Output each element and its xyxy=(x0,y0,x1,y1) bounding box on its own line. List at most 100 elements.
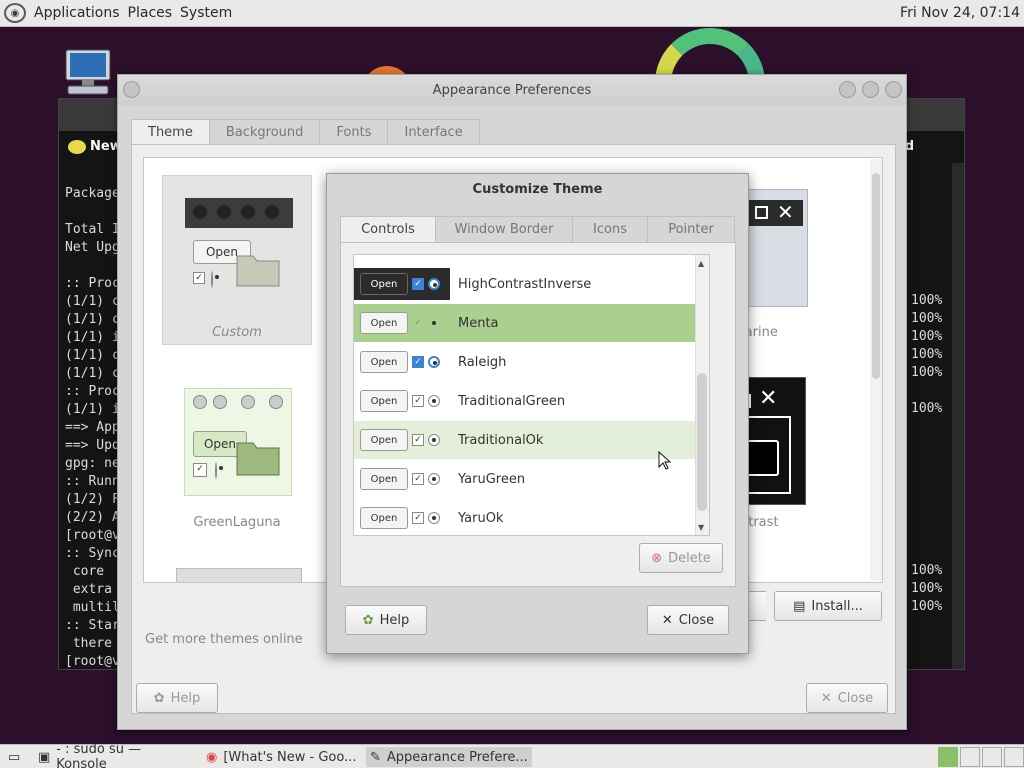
theme-tile-greenlaguna[interactable]: Open ✓ xyxy=(184,388,292,496)
tab-window-border[interactable]: Window Border xyxy=(435,216,573,242)
dialog-close-button[interactable]: ✕ Close xyxy=(647,605,729,635)
help-button[interactable]: ✿ Help xyxy=(136,683,218,713)
controls-theme-list[interactable]: Open ✓ HighContrastInverse Open ✓ Menta Open ✓ R… xyxy=(353,254,710,536)
theme-row[interactable]: Open ✓ HighContrastInverse xyxy=(354,265,709,303)
terminal-line: extra xyxy=(65,582,112,597)
scroll-down-icon[interactable]: ▼ xyxy=(698,523,704,532)
theme-preview: Open ✓ xyxy=(354,424,450,456)
custom-titlebar-preview xyxy=(185,198,293,228)
customize-theme-dialog[interactable]: Customize Theme Controls Window Border I… xyxy=(326,173,749,654)
task-browser-label: [What's New - Goo... xyxy=(223,749,357,765)
tab-pointer[interactable]: Pointer xyxy=(647,216,735,242)
preview-checkbox: ✓ xyxy=(412,356,424,368)
list-scroll-thumb[interactable] xyxy=(697,373,707,511)
terminal-line: (1/1) i xyxy=(65,402,120,417)
radio-preview xyxy=(215,462,217,479)
task-appearance[interactable]: ✎ Appearance Prefere... xyxy=(366,747,532,767)
taskbar: ▭ ▣ - : sudo su — Konsole ◉ [What's New - … xyxy=(0,742,1024,768)
theme-row[interactable]: Open ✓ Raleigh xyxy=(354,343,709,381)
theme-tile-partial[interactable] xyxy=(176,568,302,582)
preview-radio xyxy=(428,395,440,407)
terminal-line: ==> Upd xyxy=(65,438,120,453)
terminal-line: (1/1) c xyxy=(65,348,120,363)
workspace-3[interactable] xyxy=(982,747,1002,767)
scroll-up-icon[interactable]: ▲ xyxy=(698,259,704,268)
dialog-help-label: Help xyxy=(379,612,410,628)
terminal-line: :: Proc xyxy=(65,276,120,291)
theme-grid-scroll-thumb[interactable] xyxy=(872,173,880,379)
tab-theme[interactable]: Theme xyxy=(131,119,210,145)
install-button[interactable]: ▤ Install... xyxy=(774,591,882,621)
tab-interface[interactable]: Interface xyxy=(387,119,480,145)
help-icon: ✿ xyxy=(362,612,374,628)
mate-logo-icon[interactable]: ◉ xyxy=(4,3,26,23)
theme-row[interactable]: Open ✓ Menta xyxy=(354,304,709,342)
tab-icons[interactable]: Icons xyxy=(572,216,648,242)
dialog-title: Customize Theme xyxy=(472,182,603,197)
theme-row[interactable]: Open ✓ TraditionalOk xyxy=(354,421,709,459)
workspace-4[interactable] xyxy=(1004,747,1024,767)
maximize-icon[interactable] xyxy=(862,81,879,98)
terminal-line: (1/1) c xyxy=(65,312,120,327)
task-appearance-label: Appearance Prefere... xyxy=(386,749,528,765)
menu-system[interactable]: System xyxy=(180,5,232,21)
terminal-percent: 100% xyxy=(911,599,943,614)
preview-checkbox: ✓ xyxy=(412,473,424,485)
task-konsole[interactable]: ▣ - : sudo su — Konsole xyxy=(34,742,196,768)
terminal-line: Total I xyxy=(65,222,120,237)
clock[interactable]: Fri Nov 24, 07:14 xyxy=(900,5,1020,21)
preview-open-button: Open xyxy=(360,351,408,373)
save-as-button-partial[interactable] xyxy=(746,591,766,621)
appearance-titlebar[interactable]: Appearance Preferences xyxy=(118,75,906,105)
workspace-2[interactable] xyxy=(960,747,980,767)
theme-row[interactable]: Open ✓ TraditionalGreen xyxy=(354,382,709,420)
more-themes-link[interactable]: Get more themes online xyxy=(145,632,303,647)
menu-applications[interactable]: Applications xyxy=(34,5,120,21)
tab-background[interactable]: Background xyxy=(208,119,321,145)
task-browser[interactable]: ◉ [What's New - Goo... xyxy=(202,747,362,767)
theme-row[interactable]: Open ✓ YaruGreen xyxy=(354,460,709,498)
list-scrollbar[interactable]: ▲ ▼ xyxy=(695,255,709,535)
terminal-line: Net Upg xyxy=(65,240,120,255)
theme-grid-scrollbar[interactable] xyxy=(870,159,882,581)
tab-controls[interactable]: Controls xyxy=(340,216,436,242)
help-label: Help xyxy=(170,690,201,706)
minimize-icon[interactable] xyxy=(839,81,856,98)
terminal-line: (1/2) F xyxy=(65,492,120,507)
menu-places[interactable]: Places xyxy=(128,5,173,21)
theme-tile-marine[interactable]: ✕ xyxy=(742,189,808,307)
terminal-icon: ▣ xyxy=(38,749,51,765)
terminal-line: :: Star xyxy=(65,618,120,633)
terminal-percent: 100% xyxy=(911,347,943,362)
close-icon: ✕ xyxy=(820,690,832,706)
preview-open-button: Open xyxy=(360,390,408,412)
show-desktop-icon[interactable]: ▭ xyxy=(4,747,26,767)
terminal-line: :: Proc xyxy=(65,384,120,399)
close-button[interactable]: ✕ Close xyxy=(806,683,888,713)
dialog-help-button[interactable]: ✿ Help xyxy=(345,605,427,635)
theme-tile-custom[interactable]: Open ✓ xyxy=(162,175,312,345)
marine-titlebar-preview: ✕ xyxy=(743,200,803,226)
workspace-1[interactable] xyxy=(938,747,958,767)
konsole-tab[interactable]: New xyxy=(68,139,122,154)
folder-icon xyxy=(236,442,280,476)
theme-row[interactable]: Open ✓ YaruOk xyxy=(354,499,709,535)
delete-button[interactable]: ⊗ Delete xyxy=(639,543,723,573)
close-window-icon[interactable] xyxy=(885,81,902,98)
terminal-line: :: Runn xyxy=(65,474,120,489)
computer-desktop-icon[interactable] xyxy=(62,48,114,96)
tab-fonts[interactable]: Fonts xyxy=(319,119,389,145)
preview-checkbox: ✓ xyxy=(412,434,424,446)
maximize-icon xyxy=(755,206,768,219)
terminal-scrollbar[interactable] xyxy=(952,163,964,669)
delete-label: Delete xyxy=(668,550,711,566)
mouse-pointer-icon xyxy=(658,451,672,470)
preview-radio xyxy=(428,473,440,485)
install-label: Install... xyxy=(811,598,863,614)
terminal-line: (1/1) c xyxy=(65,366,120,381)
install-icon: ▤ xyxy=(793,598,806,614)
theme-row-name: TraditionalOk xyxy=(458,432,544,448)
preview-open-button: Open xyxy=(360,468,408,490)
preview-checkbox: ✓ xyxy=(412,395,424,407)
checkbox-preview: ✓ xyxy=(193,463,207,477)
